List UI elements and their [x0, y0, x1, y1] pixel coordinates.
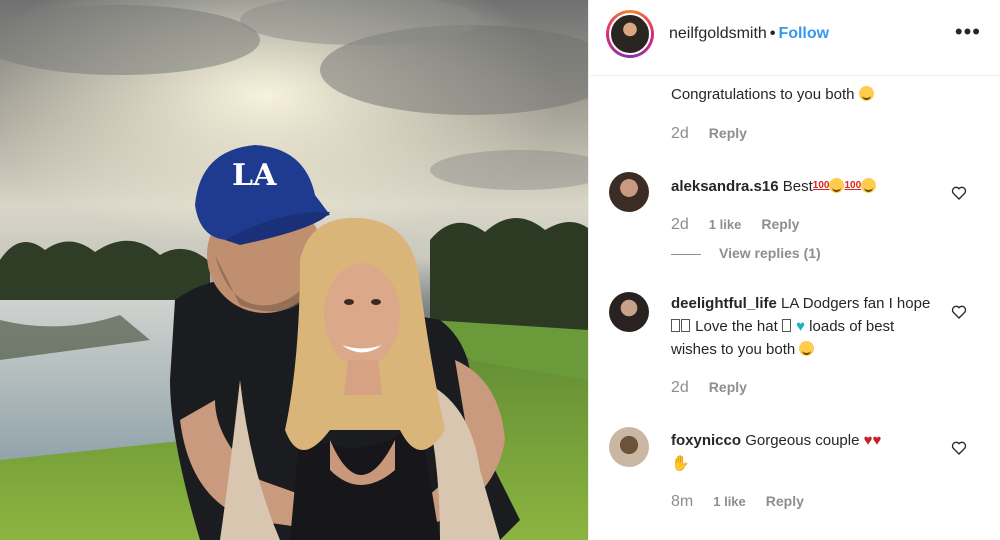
like-heart-icon[interactable]: [951, 440, 967, 456]
comment-text: foxynicco Gorgeous couple ♥♥ ✋: [671, 429, 941, 475]
comment-meta: 2d Reply: [671, 125, 767, 143]
comment-meta: 2d Reply: [671, 379, 767, 397]
comment-time[interactable]: 2d: [671, 379, 689, 396]
hand-emoji-icon: ✋: [671, 455, 690, 472]
comment-username[interactable]: foxynicco: [671, 432, 741, 449]
comments-panel: neilfgoldsmith • Follow ••• Congratulation…: [588, 0, 1000, 540]
photo-illustration: LA: [0, 0, 588, 540]
follow-button[interactable]: Follow: [778, 25, 829, 42]
comment-likes[interactable]: 1 like: [713, 494, 746, 509]
smile-emoji-icon: [861, 178, 877, 193]
hundred-emoji-icon: 100: [844, 180, 862, 191]
author-line: neilfgoldsmith • Follow: [669, 25, 829, 43]
comment-body: Best: [782, 178, 813, 195]
comment-text: aleksandra.s16 Best100 100: [671, 174, 941, 198]
reply-button[interactable]: Reply: [709, 379, 747, 395]
comment-time[interactable]: 2d: [671, 216, 689, 233]
comment-username[interactable]: deelightful_life: [671, 295, 777, 312]
reply-button[interactable]: Reply: [709, 125, 747, 141]
comment-meta: 8m 1 like Reply: [671, 493, 824, 511]
teal-heart-emoji-icon: ♥: [796, 318, 805, 335]
missing-glyph-icon: [781, 319, 791, 332]
cap-logo-text: LA: [232, 158, 277, 193]
comment-likes[interactable]: 1 like: [709, 217, 742, 232]
comment-body: LA Dodgers fan I hope: [781, 295, 931, 312]
like-heart-icon[interactable]: [951, 304, 967, 320]
view-replies-button[interactable]: View replies (1): [671, 245, 821, 261]
replies-divider: [671, 253, 701, 255]
comment-username[interactable]: aleksandra.s16: [671, 178, 779, 195]
post-photo[interactable]: LA: [0, 0, 588, 540]
reply-button[interactable]: Reply: [766, 493, 804, 509]
author-avatar[interactable]: [606, 10, 654, 58]
view-replies-label: View replies (1): [719, 245, 821, 261]
comment-time[interactable]: 8m: [671, 493, 693, 510]
like-heart-icon[interactable]: [951, 185, 967, 201]
comment-body-2: Love the hat: [695, 318, 778, 335]
smile-emoji-icon: [829, 178, 845, 193]
missing-glyph-icon: [681, 319, 690, 332]
commenter-avatar[interactable]: [609, 292, 649, 332]
comment-time[interactable]: 2d: [671, 125, 689, 142]
red-heart-emoji-icon: ♥♥: [863, 432, 882, 449]
author-username[interactable]: neilfgoldsmith: [669, 25, 767, 42]
reply-button[interactable]: Reply: [761, 216, 799, 232]
comment-body: Congratulations to you both: [671, 86, 855, 103]
commenter-avatar[interactable]: [609, 427, 649, 467]
commenter-avatar[interactable]: [609, 172, 649, 212]
smile-emoji-icon: [858, 86, 874, 101]
post-header: neilfgoldsmith • Follow •••: [589, 0, 1000, 76]
smile-emoji-icon: [799, 341, 815, 356]
missing-glyph-icon: [671, 319, 680, 332]
comment-body: Gorgeous couple: [745, 432, 860, 449]
comment-meta: 2d 1 like Reply: [671, 216, 819, 234]
hundred-emoji-icon: 100: [812, 180, 830, 191]
more-horizontal-icon[interactable]: •••: [955, 21, 981, 43]
comment-text: Congratulations to you both: [671, 83, 941, 106]
separator: •: [769, 25, 776, 42]
comment-text: deelightful_life LA Dodgers fan I hope L…: [671, 292, 941, 361]
